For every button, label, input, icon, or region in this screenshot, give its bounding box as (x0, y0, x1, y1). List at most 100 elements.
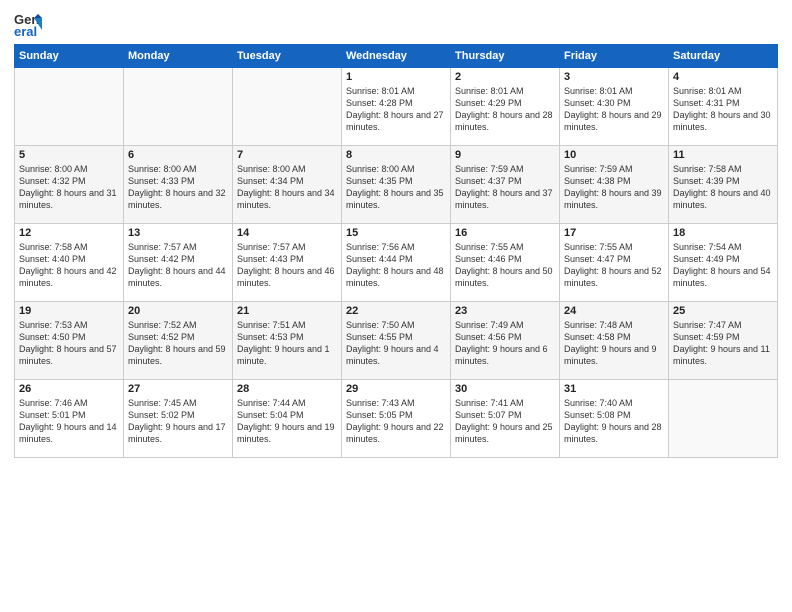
cell-info: Sunrise: 7:40 AM Sunset: 5:08 PM Dayligh… (564, 397, 664, 446)
day-number: 21 (237, 305, 337, 317)
day-number: 18 (673, 227, 773, 239)
cell-info: Sunrise: 7:45 AM Sunset: 5:02 PM Dayligh… (128, 397, 228, 446)
calendar-cell: 21 Sunrise: 7:51 AM Sunset: 4:53 PM Dayli… (233, 302, 342, 380)
day-number: 7 (237, 149, 337, 161)
calendar-week-row: 12 Sunrise: 7:58 AM Sunset: 4:40 PM Dayli… (15, 224, 778, 302)
svg-text:eral: eral (14, 24, 37, 38)
day-header-saturday: Saturday (669, 45, 778, 68)
calendar-week-row: 1 Sunrise: 8:01 AM Sunset: 4:28 PM Daylig… (15, 68, 778, 146)
calendar-cell: 19 Sunrise: 7:53 AM Sunset: 4:50 PM Dayli… (15, 302, 124, 380)
cell-info: Sunrise: 7:52 AM Sunset: 4:52 PM Dayligh… (128, 319, 228, 368)
calendar-cell: 15 Sunrise: 7:56 AM Sunset: 4:44 PM Dayli… (342, 224, 451, 302)
cell-info: Sunrise: 7:49 AM Sunset: 4:56 PM Dayligh… (455, 319, 555, 368)
cell-info: Sunrise: 7:59 AM Sunset: 4:37 PM Dayligh… (455, 163, 555, 212)
cell-info: Sunrise: 7:55 AM Sunset: 4:46 PM Dayligh… (455, 241, 555, 290)
calendar-cell: 27 Sunrise: 7:45 AM Sunset: 5:02 PM Dayli… (124, 380, 233, 458)
calendar-cell: 25 Sunrise: 7:47 AM Sunset: 4:59 PM Dayli… (669, 302, 778, 380)
day-header-monday: Monday (124, 45, 233, 68)
cell-info: Sunrise: 8:00 AM Sunset: 4:32 PM Dayligh… (19, 163, 119, 212)
cell-info: Sunrise: 7:41 AM Sunset: 5:07 PM Dayligh… (455, 397, 555, 446)
day-number: 28 (237, 383, 337, 395)
calendar-cell: 7 Sunrise: 8:00 AM Sunset: 4:34 PM Daylig… (233, 146, 342, 224)
calendar-cell: 29Sunrise: 7:43 AM Sunset: 5:05 PM Dayli… (342, 380, 451, 458)
cell-info: Sunrise: 7:53 AM Sunset: 4:50 PM Dayligh… (19, 319, 119, 368)
day-number: 9 (455, 149, 555, 161)
day-number: 19 (19, 305, 119, 317)
cell-info: Sunrise: 7:44 AM Sunset: 5:04 PM Dayligh… (237, 397, 337, 446)
day-header-friday: Friday (560, 45, 669, 68)
calendar-week-row: 5 Sunrise: 8:00 AM Sunset: 4:32 PM Daylig… (15, 146, 778, 224)
calendar-cell: 2 Sunrise: 8:01 AM Sunset: 4:29 PM Daylig… (451, 68, 560, 146)
cell-info: Sunrise: 7:57 AM Sunset: 4:43 PM Dayligh… (237, 241, 337, 290)
calendar-cell: 16 Sunrise: 7:55 AM Sunset: 4:46 PM Dayli… (451, 224, 560, 302)
day-number: 27 (128, 383, 228, 395)
day-number: 4 (673, 71, 773, 83)
calendar-cell: 13 Sunrise: 7:57 AM Sunset: 4:42 PM Dayli… (124, 224, 233, 302)
day-number: 3 (564, 71, 664, 83)
calendar-cell: 30Sunrise: 7:41 AM Sunset: 5:07 PM Dayli… (451, 380, 560, 458)
calendar-cell: 14 Sunrise: 7:57 AM Sunset: 4:43 PM Dayli… (233, 224, 342, 302)
day-number: 20 (128, 305, 228, 317)
cell-info: Sunrise: 7:54 AM Sunset: 4:49 PM Dayligh… (673, 241, 773, 290)
calendar-cell: 28 Sunrise: 7:44 AM Sunset: 5:04 PM Dayli… (233, 380, 342, 458)
day-number: 29 (346, 383, 446, 395)
cell-info: Sunrise: 7:51 AM Sunset: 4:53 PM Dayligh… (237, 319, 337, 368)
day-number: 12 (19, 227, 119, 239)
cell-info: Sunrise: 8:00 AM Sunset: 4:35 PM Dayligh… (346, 163, 446, 212)
calendar-cell: 31 Sunrise: 7:40 AM Sunset: 5:08 PM Dayli… (560, 380, 669, 458)
calendar-cell: 18 Sunrise: 7:54 AM Sunset: 4:49 PM Dayli… (669, 224, 778, 302)
calendar-cell: 24Sunrise: 7:48 AM Sunset: 4:58 PM Dayli… (560, 302, 669, 380)
logo-icon: Gen eral (14, 10, 42, 38)
cell-info: Sunrise: 8:01 AM Sunset: 4:29 PM Dayligh… (455, 85, 555, 134)
calendar-cell: 4 Sunrise: 8:01 AM Sunset: 4:31 PM Daylig… (669, 68, 778, 146)
cell-info: Sunrise: 7:58 AM Sunset: 4:40 PM Dayligh… (19, 241, 119, 290)
cell-info: Sunrise: 7:50 AM Sunset: 4:55 PM Dayligh… (346, 319, 446, 368)
calendar-cell: 26Sunrise: 7:46 AM Sunset: 5:01 PM Dayli… (15, 380, 124, 458)
cell-info: Sunrise: 7:47 AM Sunset: 4:59 PM Dayligh… (673, 319, 773, 368)
day-number: 14 (237, 227, 337, 239)
day-number: 11 (673, 149, 773, 161)
calendar-cell: 22 Sunrise: 7:50 AM Sunset: 4:55 PM Dayli… (342, 302, 451, 380)
day-number: 16 (455, 227, 555, 239)
calendar-cell (669, 380, 778, 458)
day-number: 25 (673, 305, 773, 317)
day-number: 23 (455, 305, 555, 317)
calendar-cell (124, 68, 233, 146)
day-number: 1 (346, 71, 446, 83)
calendar-cell: 23 Sunrise: 7:49 AM Sunset: 4:56 PM Dayli… (451, 302, 560, 380)
calendar-cell: 9 Sunrise: 7:59 AM Sunset: 4:37 PM Daylig… (451, 146, 560, 224)
cell-info: Sunrise: 8:01 AM Sunset: 4:28 PM Dayligh… (346, 85, 446, 134)
calendar-cell: 17Sunrise: 7:55 AM Sunset: 4:47 PM Dayli… (560, 224, 669, 302)
day-number: 2 (455, 71, 555, 83)
day-number: 8 (346, 149, 446, 161)
cell-info: Sunrise: 7:58 AM Sunset: 4:39 PM Dayligh… (673, 163, 773, 212)
day-number: 13 (128, 227, 228, 239)
cell-info: Sunrise: 7:57 AM Sunset: 4:42 PM Dayligh… (128, 241, 228, 290)
day-number: 22 (346, 305, 446, 317)
cell-info: Sunrise: 7:56 AM Sunset: 4:44 PM Dayligh… (346, 241, 446, 290)
calendar-table: SundayMondayTuesdayWednesdayThursdayFrid… (14, 44, 778, 458)
calendar-cell: 1 Sunrise: 8:01 AM Sunset: 4:28 PM Daylig… (342, 68, 451, 146)
calendar-cell: 8 Sunrise: 8:00 AM Sunset: 4:35 PM Daylig… (342, 146, 451, 224)
cell-info: Sunrise: 7:59 AM Sunset: 4:38 PM Dayligh… (564, 163, 664, 212)
calendar-cell: 11 Sunrise: 7:58 AM Sunset: 4:39 PM Dayli… (669, 146, 778, 224)
cell-info: Sunrise: 8:00 AM Sunset: 4:33 PM Dayligh… (128, 163, 228, 212)
day-number: 10 (564, 149, 664, 161)
logo: Gen eral (14, 10, 44, 38)
day-header-sunday: Sunday (15, 45, 124, 68)
day-number: 17 (564, 227, 664, 239)
day-number: 15 (346, 227, 446, 239)
calendar-cell (15, 68, 124, 146)
day-number: 6 (128, 149, 228, 161)
calendar-cell: 12 Sunrise: 7:58 AM Sunset: 4:40 PM Dayli… (15, 224, 124, 302)
day-header-tuesday: Tuesday (233, 45, 342, 68)
cell-info: Sunrise: 8:00 AM Sunset: 4:34 PM Dayligh… (237, 163, 337, 212)
day-number: 24 (564, 305, 664, 317)
page-header: Gen eral (14, 10, 778, 38)
day-number: 5 (19, 149, 119, 161)
calendar-cell (233, 68, 342, 146)
calendar-cell: 3Sunrise: 8:01 AM Sunset: 4:30 PM Daylig… (560, 68, 669, 146)
calendar-cell: 6 Sunrise: 8:00 AM Sunset: 4:33 PM Daylig… (124, 146, 233, 224)
day-number: 31 (564, 383, 664, 395)
cell-info: Sunrise: 8:01 AM Sunset: 4:31 PM Dayligh… (673, 85, 773, 134)
